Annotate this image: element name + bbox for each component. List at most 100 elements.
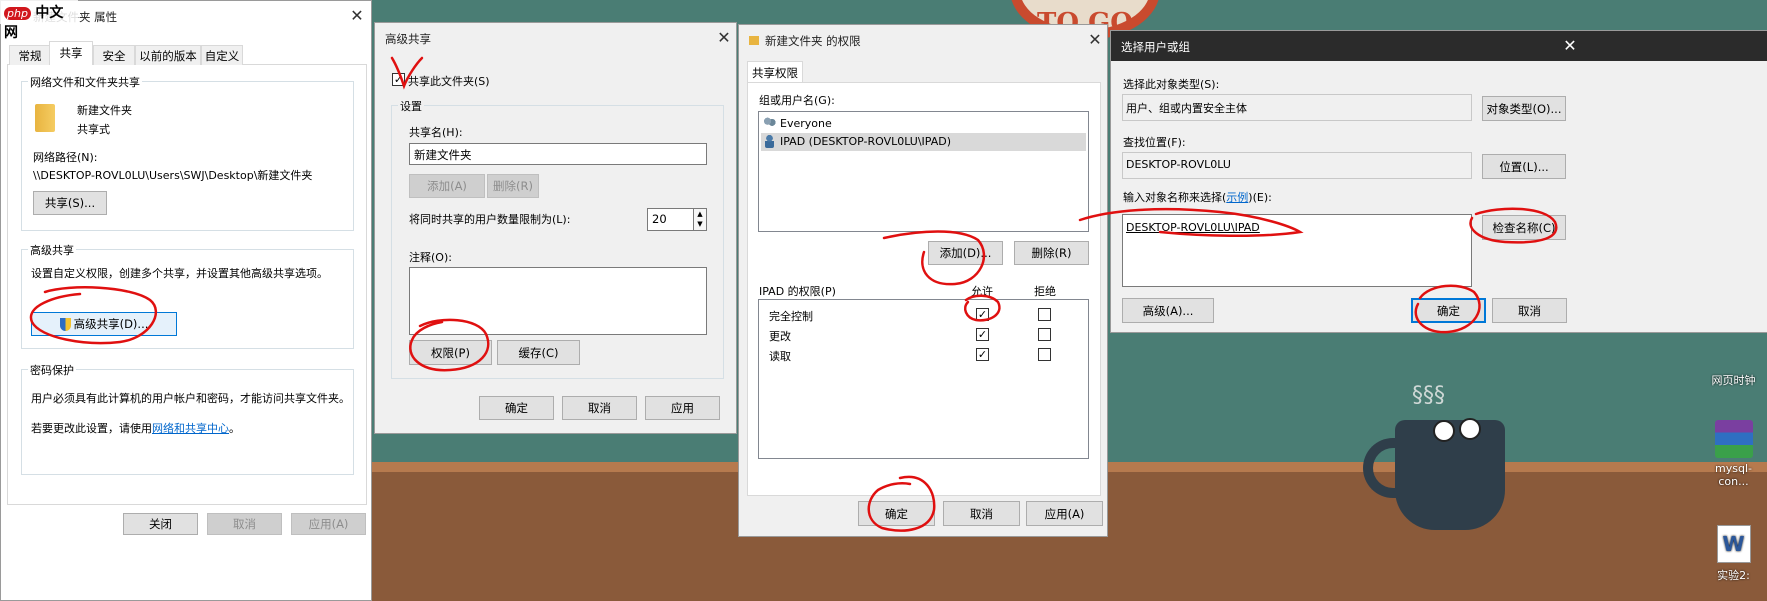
share-name-field[interactable]: 新建文件夹 [409,143,707,165]
tab-security[interactable]: 安全 [93,45,135,65]
mug-eye-right [1459,418,1481,440]
close-button[interactable]: 关闭 [123,513,198,535]
check-names-button[interactable]: 检查名称(C) [1482,215,1566,240]
share-button[interactable]: 共享(S)... [33,191,107,215]
password-change-hint: 若要更改此设置，请使用网络和共享中心。 [31,420,240,436]
mug-eye-left [1433,420,1455,442]
advanced-share-desc: 设置自定义权限，创建多个共享，并设置其他高级共享选项。 [31,267,328,280]
window-title: 选择用户或组 [1121,40,1190,54]
deny-change-checkbox[interactable] [1038,328,1051,341]
object-name-input[interactable]: DESKTOP-ROVL0LU\IPAD [1122,214,1472,287]
cancel-button[interactable]: 取消 [1492,298,1567,323]
apply-button[interactable]: 应用(A) [1026,501,1103,526]
password-desc: 用户必须具有此计算机的用户帐户和密码，才能访问共享文件夹。 [31,392,350,405]
network-path-label: 网络路径(N): [33,151,98,164]
desktop-icon-mysql[interactable]: mysql-con... [1700,420,1767,488]
object-type-label: 选择此对象类型(S): [1123,78,1220,91]
ok-button[interactable]: 确定 [1411,298,1486,323]
close-icon[interactable]: ✕ [1084,30,1106,50]
location-label: 查找位置(F): [1123,136,1186,149]
spinner-arrows[interactable]: ▲ ▼ [693,208,707,231]
user-name: Everyone [780,117,832,130]
desktop-icon-doc[interactable]: W 实验2: [1700,525,1767,583]
group-label: 网络文件和文件夹共享 [28,74,142,90]
group-label: 高级共享 [28,242,76,258]
properties-window: 新建文件夹 属性 ✕ 常规 共享 安全 以前的版本 自定义 网络文件和文件夹共享… [0,0,372,601]
object-name-label: 输入对象名称来选择(示例)(E): [1123,189,1272,205]
group-label: 密码保护 [28,362,76,378]
label-suffix: )(E): [1248,191,1272,204]
comment-label: 注释(O): [409,251,452,264]
advanced-button[interactable]: 高级(A)... [1122,298,1214,323]
desktop-icon-label: 网页时钟 [1711,374,1756,387]
allow-change-checkbox[interactable]: ✓ [976,328,989,341]
tab-customize[interactable]: 自定义 [201,45,243,65]
ok-button[interactable]: 确定 [479,396,554,420]
folder-icon [35,104,55,132]
network-path-value: \\DESKTOP-ROVL0LU\Users\SWJ\Desktop\新建文件… [33,169,313,182]
steam-lines: §§§ [1412,383,1445,408]
perm-row-read: 读取 [769,350,791,363]
caching-button[interactable]: 缓存(C) [497,340,580,365]
tab-previous-versions[interactable]: 以前的版本 [135,45,201,65]
apply-button[interactable]: 应用(A) [291,513,366,535]
object-name-text: DESKTOP-ROVL0LU\IPAD [1126,221,1260,234]
apply-button[interactable]: 应用 [645,396,720,420]
advanced-sharing-window: 高级共享 ✕ ✓ 共享此文件夹(S) 设置 共享名(H): 新建文件夹 添加(A… [374,22,737,434]
examples-link[interactable]: 示例 [1226,191,1248,204]
hint-suffix: 。 [229,422,240,435]
remove-user-button[interactable]: 删除(R) [1014,241,1089,265]
add-share-button[interactable]: 添加(A) [409,174,485,198]
add-user-button[interactable]: 添加(D)... [928,241,1003,265]
watermark-php: php [4,7,31,20]
deny-read-checkbox[interactable] [1038,348,1051,361]
close-icon[interactable]: ✕ [1559,36,1581,56]
comment-textarea[interactable] [409,267,707,335]
advanced-share-button[interactable]: 高级共享(D)... [31,312,177,336]
winrar-icon [1714,420,1753,458]
shield-icon [59,317,71,331]
share-folder-checkbox[interactable]: ✓ [392,73,405,86]
object-types-button[interactable]: 对象类型(O)... [1482,96,1566,121]
list-item[interactable]: Everyone [761,115,1086,133]
locations-button[interactable]: 位置(L)... [1482,154,1566,179]
deny-full-control-checkbox[interactable] [1038,308,1051,321]
remove-share-button[interactable]: 删除(R) [487,174,539,198]
tab-sharing[interactable]: 共享 [49,41,93,66]
network-center-link[interactable]: 网络和共享中心 [152,422,229,435]
user-limit-field[interactable]: 20 [647,208,695,231]
object-type-value: 用户、组或内置安全主体 [1122,94,1472,121]
permissions-window: 新建文件夹 的权限 ✕ 共享权限 组或用户名(G): Everyone IPAD… [738,24,1108,537]
allow-column-header: 允许 [971,285,993,298]
close-icon[interactable]: ✕ [346,6,368,26]
desktop-icon-webclock[interactable]: 网页时钟 [1700,372,1767,388]
window-title: 高级共享 [385,32,431,46]
cancel-button[interactable]: 取消 [943,501,1020,526]
share-name-label: 共享名(H): [409,126,463,139]
select-title: 选择用户或组 [1111,31,1767,61]
cancel-button[interactable]: 取消 [562,396,637,420]
label-prefix: 输入对象名称来选择( [1123,191,1227,204]
group-label: 设置 [398,98,424,114]
perm-row-change: 更改 [769,330,791,343]
ok-button[interactable]: 确定 [858,501,935,526]
user-icon [765,135,774,148]
allow-read-checkbox[interactable]: ✓ [976,348,989,361]
close-icon[interactable]: ✕ [713,28,735,48]
folder-name: 新建文件夹 [77,104,132,117]
allow-full-control-checkbox[interactable]: ✓ [976,308,989,321]
permissions-button[interactable]: 权限(P) [409,340,492,365]
folder-share-state: 共享式 [77,123,110,136]
location-value: DESKTOP-ROVL0LU [1122,152,1472,179]
word-doc-icon: W [1716,525,1751,563]
tab-share-permissions[interactable]: 共享权限 [747,61,803,83]
tab-general[interactable]: 常规 [9,45,51,65]
cancel-button[interactable]: 取消 [207,513,282,535]
users-label: 组或用户名(G): [759,94,835,107]
advanced-titlebar: 高级共享 [375,23,736,53]
watermark-logo: php 中文网 [0,0,78,41]
user-name: IPAD (DESKTOP-ROVL0LU\IPAD) [780,135,952,148]
group-icon [763,117,776,129]
list-item-selected[interactable]: IPAD (DESKTOP-ROVL0LU\IPAD) [761,133,1086,151]
share-folder-label: 共享此文件夹(S) [408,75,490,88]
